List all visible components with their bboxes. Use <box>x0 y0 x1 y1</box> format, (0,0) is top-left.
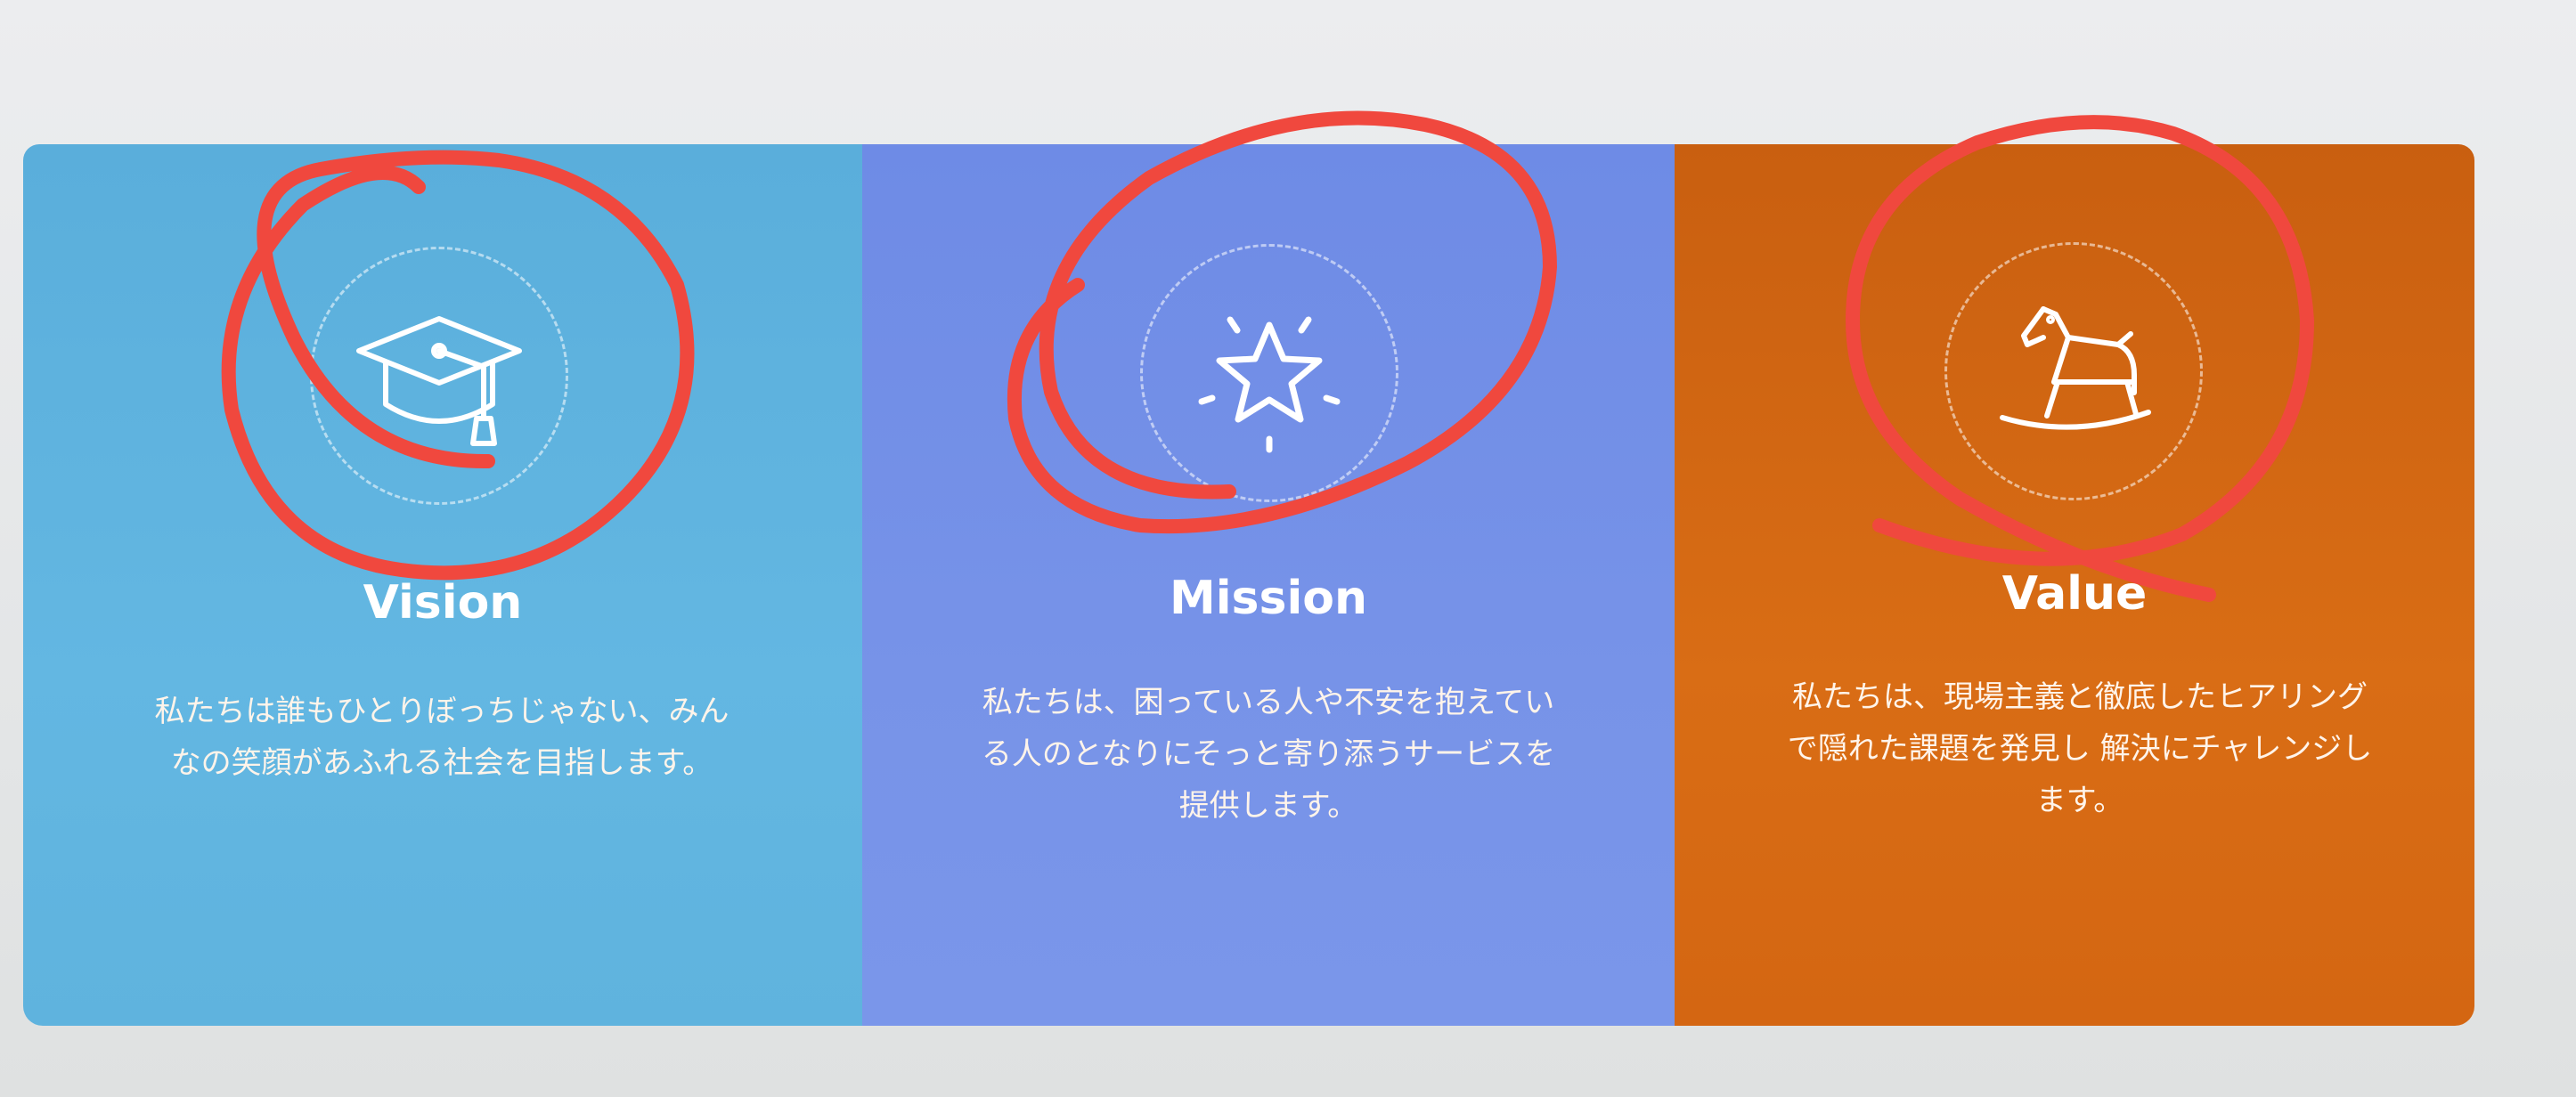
value-description: 私たちは、現場主義と徹底したヒアリング で隠れた課題を発見し 解決にチャレンジし… <box>1773 671 2387 826</box>
value-description-line: で隠れた課題を発見し 解決にチャレンジし <box>1787 731 2373 767</box>
mission-panel: Mission 私たちは、困っている人や不安を抱えてい る人のとなりにそっと寄り… <box>862 144 1675 1026</box>
vision-title: Vision <box>363 576 523 630</box>
vision-panel: Vision 私たちは誰もひとりぼっちじゃない、みん なの笑顔があふれる社会を目… <box>23 144 862 1026</box>
vision-description-line: なの笑顔があふれる社会を目指します。 <box>170 745 713 781</box>
mission-description: 私たちは、困っている人や不安を抱えてい る人のとなりにそっと寄り添うサービスを … <box>951 677 1586 832</box>
mission-description-line: 私たちは、困っている人や不安を抱えてい <box>982 685 1555 720</box>
vision-description-line: 私たちは誰もひとりぼっちじゃない、みん <box>154 694 730 729</box>
mission-description-line: 提供します。 <box>1178 788 1358 824</box>
vision-icon-ring <box>310 247 568 505</box>
vision-description: 私たちは誰もひとりぼっちじゃない、みん なの笑顔があふれる社会を目指します。 <box>130 686 754 789</box>
star-icon <box>1198 316 1341 453</box>
rocking-horse-icon <box>2000 306 2151 430</box>
mission-icon-ring <box>1140 244 1398 502</box>
mission-description-line: る人のとなりにそっと寄り添うサービスを <box>981 736 1556 772</box>
value-title: Value <box>2001 567 2148 621</box>
values-section: Vision 私たちは誰もひとりぼっちじゃない、みん なの笑顔があふれる社会を目… <box>23 144 2474 1026</box>
value-panel: Value 私たちは、現場主義と徹底したヒアリング で隠れた課題を発見し 解決に… <box>1675 144 2474 1026</box>
value-description-line: 私たちは、現場主義と徹底したヒアリング <box>1792 679 2368 715</box>
value-description-line: ます。 <box>2035 783 2124 818</box>
graduation-cap-icon <box>356 316 522 446</box>
value-icon-ring <box>1944 242 2203 500</box>
mission-title: Mission <box>1169 572 1368 625</box>
